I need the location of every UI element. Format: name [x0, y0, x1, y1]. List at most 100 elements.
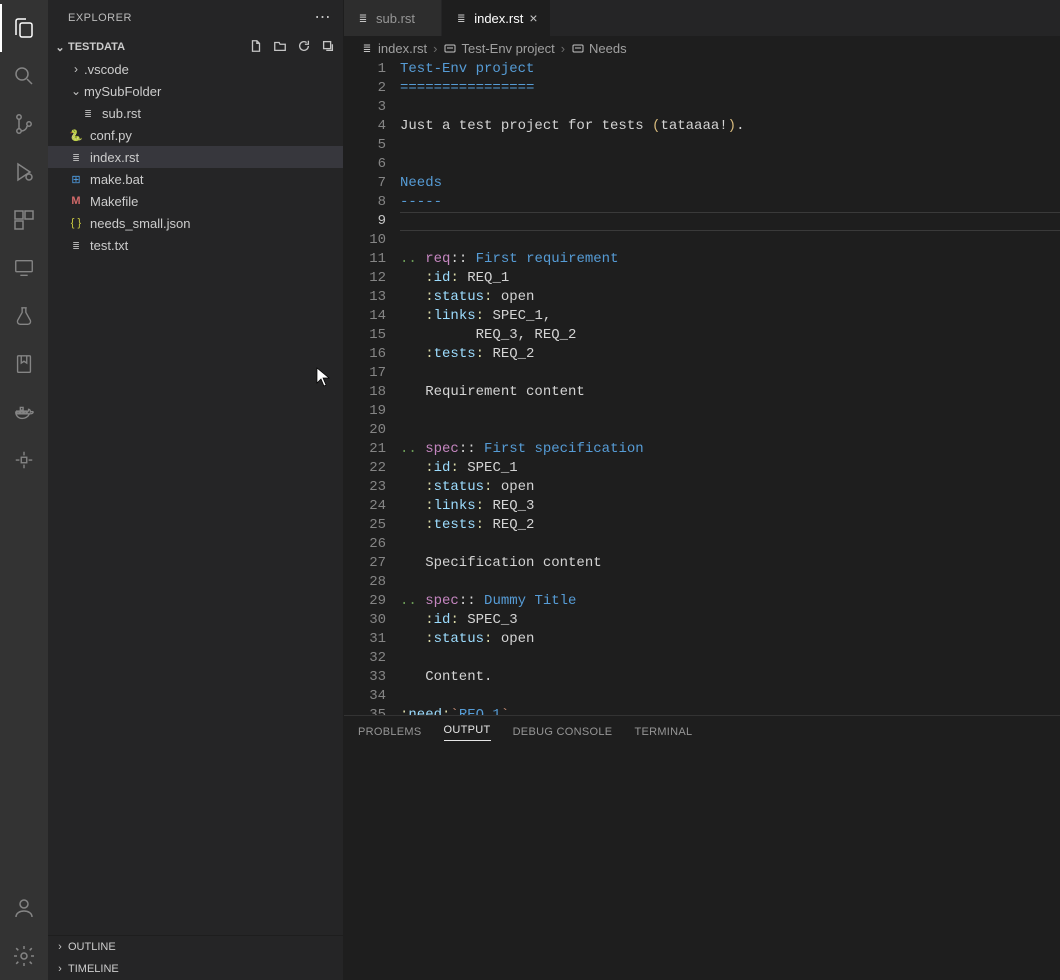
- new-file-icon[interactable]: [249, 39, 263, 56]
- explorer-actions: [249, 39, 335, 56]
- activity-custom[interactable]: [0, 436, 48, 484]
- code-line-35[interactable]: :need:`REQ_1`: [400, 706, 1060, 715]
- new-folder-icon[interactable]: [273, 39, 287, 56]
- outline-section[interactable]: › OUTLINE: [48, 936, 343, 958]
- panel-tab-output[interactable]: OUTPUT: [444, 724, 491, 741]
- code-line-24[interactable]: :links: REQ_3: [400, 497, 1060, 516]
- chevron-right-icon: ›: [68, 62, 84, 76]
- activity-run-debug[interactable]: [0, 148, 48, 196]
- activity-bookmarks[interactable]: [0, 340, 48, 388]
- breadcrumb-item[interactable]: Needs: [589, 41, 627, 56]
- breadcrumb-item[interactable]: Test-Env project: [461, 41, 554, 56]
- code-line-25[interactable]: :tests: REQ_2: [400, 516, 1060, 535]
- file-test.txt[interactable]: ≣test.txt: [48, 234, 343, 256]
- file-conf.py[interactable]: 🐍conf.py: [48, 124, 343, 146]
- file-icon: ≣: [356, 11, 370, 25]
- bottom-panel: PROBLEMS OUTPUT DEBUG CONSOLE TERMINAL: [344, 715, 1060, 980]
- activity-remote[interactable]: [0, 244, 48, 292]
- breadcrumbs[interactable]: ≣index.rst›Test-Env project›Needs: [344, 36, 1060, 60]
- code-line-8[interactable]: -----: [400, 193, 1060, 212]
- panel-body: [344, 748, 1060, 980]
- code-line-11[interactable]: .. req:: First requirement: [400, 250, 1060, 269]
- code-line-15[interactable]: REQ_3, REQ_2: [400, 326, 1060, 345]
- code-line-16[interactable]: :tests: REQ_2: [400, 345, 1060, 364]
- code-content[interactable]: Test-Env project================ Just a …: [400, 60, 1060, 715]
- sidebar-bottom: › OUTLINE › TIMELINE: [48, 935, 343, 980]
- file-sub.rst[interactable]: ≣sub.rst: [48, 102, 343, 124]
- activity-account[interactable]: [0, 884, 48, 932]
- file-needs_small.json[interactable]: { }needs_small.json: [48, 212, 343, 234]
- code-line-18[interactable]: Requirement content: [400, 383, 1060, 402]
- panel-tabs: PROBLEMS OUTPUT DEBUG CONSOLE TERMINAL: [344, 716, 1060, 748]
- code-line-14[interactable]: :links: SPEC_1,: [400, 307, 1060, 326]
- file-Makefile[interactable]: MMakefile: [48, 190, 343, 212]
- code-line-20[interactable]: [400, 421, 1060, 440]
- code-line-5[interactable]: [400, 136, 1060, 155]
- activity-extensions[interactable]: [0, 196, 48, 244]
- code-line-29[interactable]: .. spec:: Dummy Title: [400, 592, 1060, 611]
- code-line-13[interactable]: :status: open: [400, 288, 1060, 307]
- panel-tab-problems[interactable]: PROBLEMS: [358, 726, 422, 738]
- collapse-all-icon[interactable]: [321, 39, 335, 56]
- sidebar-header: EXPLORER ⋯: [48, 0, 343, 36]
- chevron-right-icon: ›: [52, 963, 68, 975]
- explorer-root-label: TESTDATA: [68, 41, 125, 53]
- sidebar: EXPLORER ⋯ ⌄ TESTDATA ›.vscode⌄mySubFold…: [48, 0, 344, 980]
- editor-group: ≣sub.rst×≣index.rst× ≣index.rst›Test-Env…: [344, 0, 1060, 980]
- activity-source-control[interactable]: [0, 100, 48, 148]
- panel-tab-terminal[interactable]: TERMINAL: [634, 726, 692, 738]
- code-line-12[interactable]: :id: REQ_1: [400, 269, 1060, 288]
- activity-explorer[interactable]: [0, 4, 48, 52]
- code-line-23[interactable]: :status: open: [400, 478, 1060, 497]
- code-line-4[interactable]: Just a test project for tests (tataaaa!)…: [400, 117, 1060, 136]
- panel-tab-debug-console[interactable]: DEBUG CONSOLE: [513, 726, 613, 738]
- code-line-22[interactable]: :id: SPEC_1: [400, 459, 1060, 478]
- editor-tabs: ≣sub.rst×≣index.rst×: [344, 0, 1060, 36]
- code-line-7[interactable]: Needs: [400, 174, 1060, 193]
- code-line-21[interactable]: .. spec:: First specification: [400, 440, 1060, 459]
- file-make.bat[interactable]: ⊞make.bat: [48, 168, 343, 190]
- file-index.rst[interactable]: ≣index.rst: [48, 146, 343, 168]
- code-line-2[interactable]: ================: [400, 79, 1060, 98]
- activity-bar: [0, 0, 48, 980]
- chevron-down-icon: ⌄: [68, 84, 84, 98]
- code-line-17[interactable]: [400, 364, 1060, 383]
- file-icon: ≣: [360, 41, 374, 55]
- chevron-down-icon: ⌄: [52, 41, 68, 54]
- code-line-19[interactable]: [400, 402, 1060, 421]
- folder-.vscode[interactable]: ›.vscode: [48, 58, 343, 80]
- folder-mySubFolder[interactable]: ⌄mySubFolder: [48, 80, 343, 102]
- code-line-33[interactable]: Content.: [400, 668, 1060, 687]
- activity-docker[interactable]: [0, 388, 48, 436]
- refresh-icon[interactable]: [297, 39, 311, 56]
- code-line-9[interactable]: [400, 212, 1060, 231]
- code-line-1[interactable]: Test-Env project: [400, 60, 1060, 79]
- code-line-26[interactable]: [400, 535, 1060, 554]
- code-line-34[interactable]: [400, 687, 1060, 706]
- activity-testing[interactable]: [0, 292, 48, 340]
- activity-settings[interactable]: [0, 932, 48, 980]
- code-line-10[interactable]: [400, 231, 1060, 250]
- code-line-27[interactable]: Specification content: [400, 554, 1060, 573]
- tab-sub.rst[interactable]: ≣sub.rst×: [344, 0, 442, 36]
- symbol-icon: [443, 41, 457, 55]
- activity-search[interactable]: [0, 52, 48, 100]
- code-line-6[interactable]: [400, 155, 1060, 174]
- code-line-32[interactable]: [400, 649, 1060, 668]
- code-line-31[interactable]: :status: open: [400, 630, 1060, 649]
- sidebar-more-icon[interactable]: ⋯: [315, 10, 332, 26]
- explorer-root-header[interactable]: ⌄ TESTDATA: [48, 36, 343, 58]
- code-line-30[interactable]: :id: SPEC_3: [400, 611, 1060, 630]
- timeline-label: TIMELINE: [68, 963, 119, 975]
- close-icon[interactable]: ×: [529, 10, 537, 26]
- chevron-right-icon: ›: [52, 941, 68, 953]
- symbol-icon: [571, 41, 585, 55]
- code-line-3[interactable]: [400, 98, 1060, 117]
- code-line-28[interactable]: [400, 573, 1060, 592]
- breadcrumb-item[interactable]: index.rst: [378, 41, 427, 56]
- code-area[interactable]: 1234567891011121314151617181920212223242…: [344, 60, 1060, 715]
- file-icon: ≣: [454, 11, 468, 25]
- file-tree: ›.vscode⌄mySubFolder≣sub.rst🐍conf.py≣ind…: [48, 58, 343, 935]
- timeline-section[interactable]: › TIMELINE: [48, 958, 343, 980]
- tab-index.rst[interactable]: ≣index.rst×: [442, 0, 550, 36]
